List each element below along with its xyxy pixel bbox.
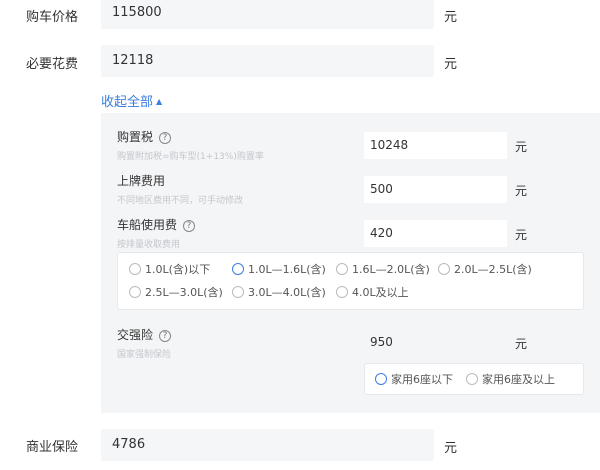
radio-icon <box>438 263 450 275</box>
radio-label: 1.6L—2.0L(含) <box>352 263 430 276</box>
radio-label: 家用6座及以上 <box>482 373 555 386</box>
help-icon[interactable]: ? <box>159 330 172 342</box>
commercial-insurance-unit: 元 <box>444 441 458 456</box>
compulsory-insurance-label: 交强险 <box>117 328 154 342</box>
displacement-radio[interactable]: 4.0L及以上 <box>336 284 409 300</box>
help-icon[interactable]: ? <box>159 132 172 144</box>
radio-label: 3.0L—4.0L(含) <box>248 286 326 299</box>
purchase-price-input[interactable]: 115800 <box>101 0 434 29</box>
purchase-price-label: 购车价格 <box>26 10 79 25</box>
required-fees-input[interactable]: 12118 <box>101 45 434 77</box>
purchase-tax-unit: 元 <box>515 140 528 154</box>
radio-icon <box>336 286 348 298</box>
radio-label: 4.0L及以上 <box>352 286 409 299</box>
required-fees-label: 必要花费 <box>26 57 79 72</box>
compulsory-insurance-desc: 国家强制保险 <box>117 350 172 360</box>
displacement-radio[interactable]: 2.0L—2.5L(含) <box>438 261 532 277</box>
vehicle-tax-desc: 按排量收取费用 <box>117 240 181 250</box>
required-fees-unit: 元 <box>444 57 458 72</box>
license-fee-title: 上牌费用 <box>117 174 166 188</box>
radio-icon <box>232 286 244 298</box>
radio-icon <box>336 263 348 275</box>
radio-label: 2.0L—2.5L(含) <box>454 263 532 276</box>
commercial-insurance-input[interactable]: 4786 <box>101 429 434 461</box>
compulsory-insurance-value: 950 <box>364 329 507 356</box>
radio-icon <box>232 263 244 275</box>
radio-icon <box>129 263 141 275</box>
seat-radio[interactable]: 家用6座以下 <box>375 371 453 387</box>
vehicle-tax-title: 车船使用费? <box>117 216 196 233</box>
radio-label: 1.0L—1.6L(含) <box>248 263 326 276</box>
displacement-radio[interactable]: 1.0L(含)以下 <box>129 261 210 277</box>
vehicle-tax-input[interactable]: 420 <box>364 220 507 247</box>
displacement-radio[interactable]: 2.5L—3.0L(含) <box>129 284 223 300</box>
radio-icon <box>466 373 478 385</box>
displacement-radio[interactable]: 1.6L—2.0L(含) <box>336 261 430 277</box>
radio-icon <box>375 373 387 385</box>
radio-label: 家用6座以下 <box>391 373 453 386</box>
displacement-radio[interactable]: 3.0L—4.0L(含) <box>232 284 326 300</box>
help-icon[interactable]: ? <box>183 220 196 232</box>
radio-icon <box>129 286 141 298</box>
purchase-tax-label: 购置税 <box>117 130 154 144</box>
collapse-all-label: 收起全部 <box>101 95 154 110</box>
compulsory-insurance-title: 交强险? <box>117 326 172 343</box>
radio-label: 1.0L(含)以下 <box>145 263 211 276</box>
radio-label: 2.5L—3.0L(含) <box>145 286 223 299</box>
purchase-tax-desc: 购置附加税=购车型(1+13%)购置率 <box>117 152 264 162</box>
license-fee-desc: 不同地区费用不同，可手动修改 <box>117 196 244 206</box>
license-fee-input[interactable]: 500 <box>364 176 507 203</box>
vehicle-tax-label: 车船使用费 <box>117 218 178 232</box>
purchase-price-unit: 元 <box>444 10 458 25</box>
license-fee-unit: 元 <box>515 184 528 198</box>
vehicle-tax-unit: 元 <box>515 228 528 242</box>
commercial-insurance-label: 商业保险 <box>26 440 79 455</box>
caret-up-icon: ▲ <box>156 97 163 106</box>
purchase-tax-title: 购置税? <box>117 128 172 145</box>
purchase-tax-input[interactable]: 10248 <box>364 132 507 159</box>
seat-radio[interactable]: 家用6座及以上 <box>466 371 555 387</box>
collapse-all-link[interactable]: 收起全部 ▲ <box>101 91 162 110</box>
displacement-radio[interactable]: 1.0L—1.6L(含) <box>232 261 326 277</box>
compulsory-insurance-unit: 元 <box>515 337 528 351</box>
